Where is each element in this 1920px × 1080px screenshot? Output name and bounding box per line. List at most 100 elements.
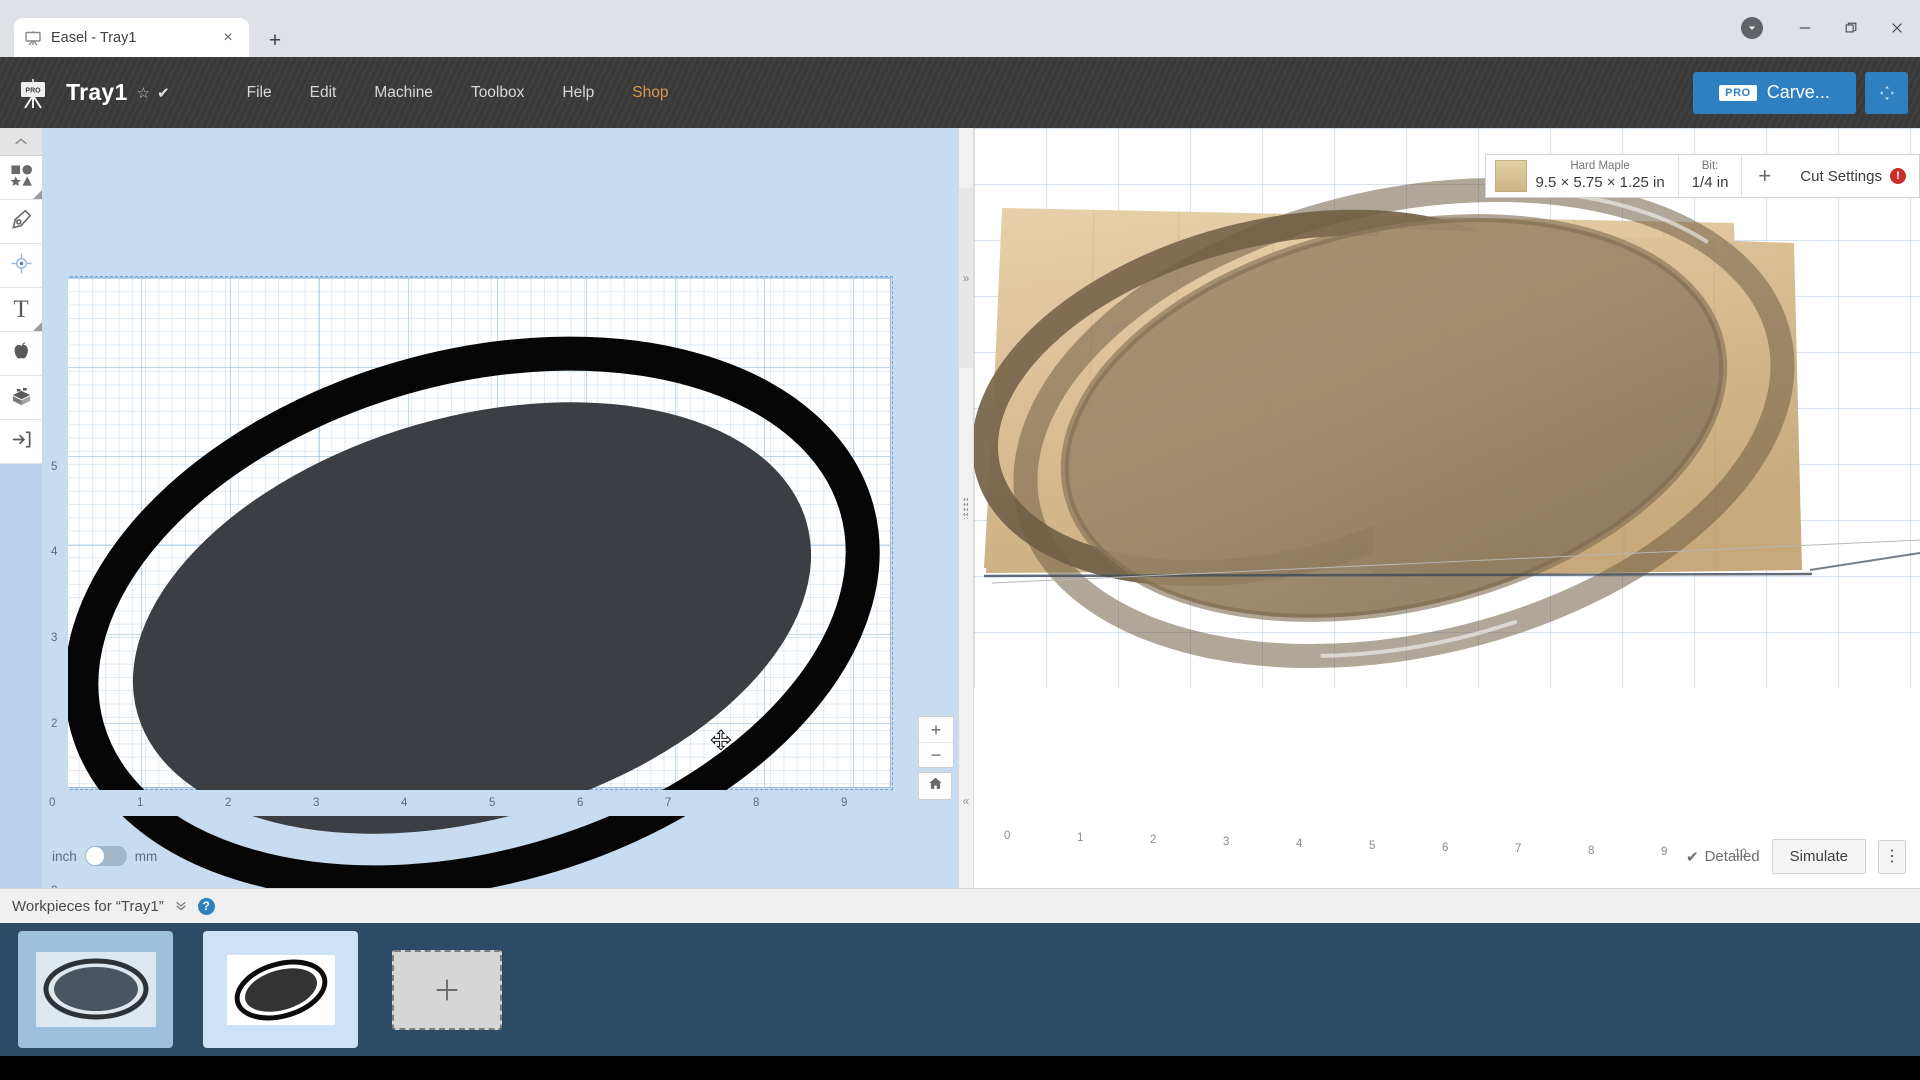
sidebar-item-center-point[interactable] (0, 244, 42, 288)
workpieces-title: Workpieces for “Tray1” (12, 897, 164, 915)
design-shapes[interactable] (42, 248, 974, 888)
ruler-h-tick: 0 (49, 797, 56, 809)
browser-chrome: Easel - Tray1 × + (0, 0, 1920, 57)
ruler-h-tick: 8 (753, 797, 760, 809)
sidebar-item-shapes[interactable] (0, 156, 42, 200)
preview-ruler-tick: 3 (1223, 836, 1230, 848)
add-workpiece-wrapper (388, 946, 506, 1034)
design-canvas[interactable]: 5 4 3 2 1 0 0 1 2 3 4 5 6 7 8 9 + − (42, 128, 974, 888)
ruler-h-tick: 5 (489, 797, 496, 809)
menu-item-toolbox[interactable]: Toolbox (452, 76, 543, 110)
drag-handle-icon[interactable] (963, 497, 968, 519)
window-controls (1722, 8, 1920, 48)
unit-label-inch: inch (52, 848, 77, 864)
downloads-button[interactable] (1722, 8, 1782, 48)
saved-check-icon: ✔ (157, 84, 170, 102)
zoom-group: + − (918, 716, 954, 768)
splitter-collapse-button[interactable]: « (959, 776, 973, 826)
unit-toggle-track[interactable] (84, 846, 127, 866)
detailed-toggle[interactable]: ✔ Detailed (1686, 848, 1760, 866)
import-icon (10, 428, 33, 456)
menu-item-file[interactable]: File (228, 76, 291, 110)
easel-pro-logo-icon[interactable]: PRO (14, 74, 52, 112)
home-icon (928, 776, 943, 796)
ruler-v-tick: 5 (51, 461, 58, 473)
window-close-button[interactable] (1874, 8, 1920, 48)
sidebar-item-import[interactable] (0, 420, 42, 464)
splitter-expand-button[interactable]: » (959, 188, 973, 368)
browser-tabstrip: Easel - Tray1 × + (0, 10, 1920, 57)
apple-icon (10, 340, 32, 367)
sidebar-item-draw[interactable] (0, 200, 42, 244)
carve-button[interactable]: PRO Carve... (1693, 71, 1856, 114)
carve-button-label: Carve... (1766, 82, 1830, 102)
preview-more-menu-button[interactable]: ⋮ (1878, 839, 1906, 874)
new-tab-button[interactable]: + (260, 26, 290, 56)
easel-application: Easel - Tray1 × + PRO Tray1 ☆ ✔ File Edi… (0, 0, 1920, 1080)
page-title: Tray1 (66, 79, 128, 105)
workpiece-preview-1 (35, 952, 156, 1027)
menu-item-help[interactable]: Help (543, 76, 613, 110)
zoom-out-button[interactable]: − (919, 742, 953, 767)
workpiece-thumbnail-2[interactable] (203, 931, 358, 1048)
sidebar-item-text[interactable]: T (0, 288, 42, 332)
ruler-v-tick: 3 (51, 632, 58, 644)
menu-item-machine[interactable]: Machine (355, 76, 452, 110)
bit-value: 1/4 in (1691, 173, 1729, 191)
toolbar-collapse-button[interactable] (0, 128, 42, 156)
shapes-icon (10, 164, 33, 192)
preview-ruler-tick: 5 (1369, 840, 1376, 852)
chevron-down-icon (1741, 17, 1763, 39)
zoom-in-button[interactable]: + (919, 717, 953, 742)
cut-settings-button[interactable]: Cut Settings ! (1787, 155, 1919, 197)
ruler-v-tick: 4 (51, 546, 58, 558)
minimize-button[interactable] (1782, 8, 1828, 48)
workpiece-thumbnail-1[interactable] (18, 931, 173, 1048)
preview-3d-render[interactable] (974, 128, 1920, 888)
ruler-h-tick: 1 (137, 797, 144, 809)
ruler-h-tick: 6 (577, 797, 584, 809)
material-button[interactable]: Hard Maple 9.5 × 5.75 × 1.25 in (1486, 155, 1679, 197)
menu-item-shop[interactable]: Shop (613, 76, 687, 110)
panel-splitter[interactable]: » « (958, 128, 974, 888)
check-icon: ✔ (1686, 848, 1699, 866)
browser-tab-easel[interactable]: Easel - Tray1 × (14, 18, 249, 57)
warning-icon: ! (1890, 168, 1906, 184)
zoom-home-button[interactable] (918, 772, 952, 800)
browser-tab-title: Easel - Tray1 (51, 29, 137, 46)
preview-ruler-tick: 7 (1515, 843, 1522, 855)
window-bottom-edge (0, 1056, 1920, 1080)
ruler-h-tick: 9 (841, 797, 848, 809)
close-icon[interactable]: × (217, 27, 239, 49)
ruler-v-tick: 2 (51, 718, 58, 730)
unit-label-mm: mm (134, 848, 158, 864)
add-bit-button[interactable]: + (1742, 155, 1787, 197)
star-icon[interactable]: ☆ (137, 84, 150, 102)
preview-ruler-tick: 8 (1588, 845, 1595, 857)
unit-toggle-knob (85, 847, 104, 865)
preview-ruler-tick: 2 (1150, 834, 1157, 846)
ruler-h-tick: 4 (401, 797, 408, 809)
sidebar-item-blocks[interactable] (0, 376, 42, 420)
move-cursor-icon (710, 729, 732, 751)
chevron-down-icon[interactable] (174, 898, 188, 915)
header-actions: PRO Carve... (1693, 71, 1920, 114)
unit-toggle[interactable]: inch mm (52, 846, 157, 866)
preview-ruler-tick: 6 (1442, 842, 1449, 854)
preview-3d-pane[interactable]: 7 0 1 2 3 4 5 6 7 8 9 10 11 Hard Maple 9… (974, 128, 1920, 888)
simulate-button[interactable]: Simulate (1771, 839, 1866, 874)
bit-button[interactable]: Bit: 1/4 in (1679, 155, 1743, 197)
blocks-icon (10, 384, 33, 412)
add-workpiece-button[interactable] (392, 949, 502, 1030)
maximize-button[interactable] (1828, 8, 1874, 48)
fullscreen-expand-button[interactable] (1865, 71, 1908, 114)
preview-vertical-tick: 7 (1109, 323, 1117, 338)
sidebar-item-apps[interactable] (0, 332, 42, 376)
bit-label: Bit: (1701, 160, 1719, 173)
help-icon[interactable]: ? (197, 897, 215, 915)
ruler-horizontal: 0 1 2 3 4 5 6 7 8 9 (42, 790, 974, 816)
workpieces-strip (0, 923, 1920, 1056)
preview-ruler-tick: 1 (1077, 832, 1084, 844)
app-header: PRO Tray1 ☆ ✔ File Edit Machine Toolbox … (0, 57, 1920, 128)
menu-item-edit[interactable]: Edit (291, 76, 356, 110)
